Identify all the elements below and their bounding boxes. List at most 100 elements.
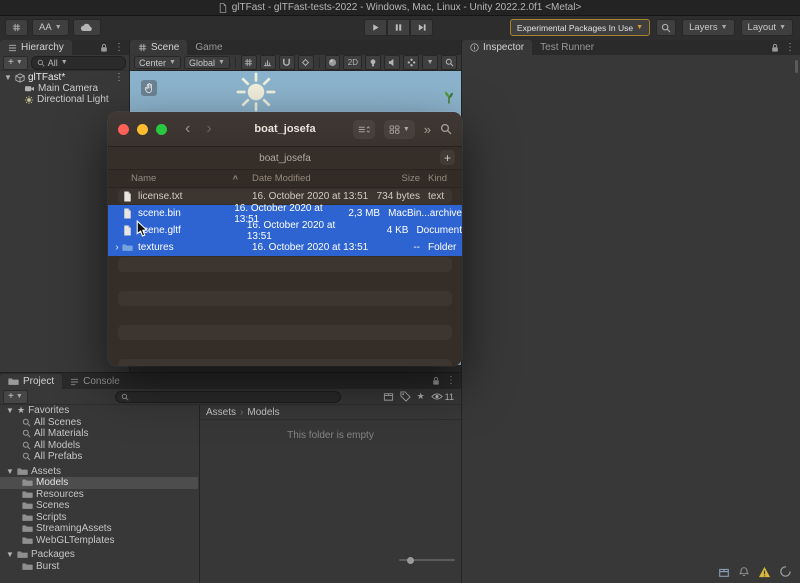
sidebar-item-webgltemplates[interactable]: WebGLTemplates <box>0 535 198 547</box>
file-kind: Document <box>410 225 462 236</box>
sidebar-item-models[interactable]: Models <box>0 477 198 489</box>
breadcrumb-assets[interactable]: Assets <box>206 407 236 418</box>
tab-hierarchy[interactable]: Hierarchy <box>0 40 72 55</box>
pause-button[interactable] <box>387 19 410 36</box>
layout-dropdown[interactable]: Layout▼ <box>741 19 793 36</box>
gizmos-button[interactable]: ▼ <box>422 55 438 70</box>
breadcrumb-models[interactable]: Models <box>247 407 279 418</box>
notification-bell-icon[interactable] <box>738 566 750 578</box>
close-button[interactable] <box>118 124 129 135</box>
lock-icon[interactable] <box>432 376 440 386</box>
sidebar-item-streamingassets[interactable]: StreamingAssets <box>0 523 198 535</box>
search-button[interactable] <box>656 19 676 36</box>
minimize-button[interactable] <box>137 124 148 135</box>
project-search-input[interactable] <box>132 392 335 402</box>
kebab-menu-icon[interactable]: ⋮ <box>114 72 124 83</box>
add-button[interactable]: + <box>440 150 455 165</box>
effects-icon <box>407 58 416 67</box>
add-asset-button[interactable]: +▼ <box>3 390 28 404</box>
column-date-modified[interactable]: Date Modified <box>248 173 372 184</box>
kebab-menu-icon[interactable]: ⋮ <box>446 375 456 386</box>
package-icon[interactable] <box>383 391 394 402</box>
layers-dropdown[interactable]: Layers▼ <box>682 19 734 36</box>
zoom-button[interactable] <box>156 124 167 135</box>
pause-icon <box>394 23 403 32</box>
lock-icon[interactable] <box>100 43 108 53</box>
2d-toggle-button[interactable]: 2D <box>343 55 362 70</box>
sidebar-item-packages[interactable]: ▼Packages <box>0 549 198 561</box>
sidebar-item-all-scenes[interactable]: All Scenes <box>0 417 198 429</box>
scene-search-button[interactable] <box>441 55 457 70</box>
sidebar-item-assets[interactable]: ▼Assets <box>0 466 198 478</box>
disclosure-icon[interactable]: › <box>113 242 121 253</box>
progress-circle-icon[interactable] <box>779 565 792 578</box>
audio-toggle-button[interactable] <box>384 55 400 70</box>
finder-row-scene-gltf[interactable]: scene.gltf16. October 2020 at 13:514 KBD… <box>108 222 462 239</box>
hierarchy-search-input[interactable]: All ▼ <box>31 56 126 70</box>
list-view-button[interactable] <box>353 120 375 139</box>
orientation-dropdown[interactable]: Global▼ <box>184 56 230 69</box>
sidebar-item-all-models[interactable]: All Models <box>0 440 198 452</box>
favorites-star-icon[interactable]: ★ <box>417 391 425 402</box>
item-label: All Scenes <box>34 417 81 428</box>
more-toolbar-icon[interactable]: » <box>424 122 431 137</box>
grid-snap-button[interactable] <box>241 55 257 70</box>
slider-knob[interactable] <box>407 557 414 564</box>
finder-empty-row <box>108 358 462 366</box>
tab-game[interactable]: Game <box>187 40 230 55</box>
search-icon[interactable] <box>440 123 452 135</box>
icon-size-slider[interactable] <box>399 559 455 561</box>
column-size[interactable]: Size <box>372 173 422 184</box>
column-name[interactable]: Name^ <box>108 173 248 184</box>
sidebar-item-all-prefabs[interactable]: All Prefabs <box>0 451 198 463</box>
hierarchy-scene-row[interactable]: ▼ glTFast* ⋮ <box>0 72 129 83</box>
group-view-button[interactable]: ▼ <box>384 120 415 139</box>
package-status-icon[interactable] <box>718 566 730 578</box>
lock-icon[interactable] <box>771 43 779 53</box>
foldout-caret-icon[interactable]: ▼ <box>6 406 14 415</box>
cloud-button[interactable] <box>73 19 101 36</box>
back-button[interactable]: ‹ <box>185 121 190 137</box>
sidebar-item-burst[interactable]: Burst <box>0 561 198 573</box>
add-object-button[interactable]: +▼ <box>3 56 28 70</box>
play-button[interactable] <box>364 19 387 36</box>
tab-test-runner[interactable]: Test Runner <box>532 40 602 55</box>
effects-toggle-button[interactable] <box>403 55 419 70</box>
project-search-field[interactable] <box>115 391 341 403</box>
foldout-caret-icon[interactable]: ▼ <box>6 550 14 559</box>
hierarchy-item-directional-light[interactable]: Directional Light <box>0 94 129 105</box>
sidebar-item-favorites[interactable]: ▼★Favorites <box>0 405 198 417</box>
forward-button[interactable]: › <box>206 121 211 137</box>
inspector-scrollbar[interactable] <box>795 60 798 73</box>
grid-tool-button[interactable] <box>5 19 28 36</box>
tab-inspector[interactable]: Inspector <box>462 40 532 55</box>
hierarchy-item-main-camera[interactable]: Main Camera <box>0 83 129 94</box>
sidebar-item-scripts[interactable]: Scripts <box>0 512 198 524</box>
rotate-snap-button[interactable] <box>298 55 314 70</box>
lighting-toggle-button[interactable] <box>365 55 381 70</box>
tab-console[interactable]: Console <box>62 374 128 389</box>
chevron-right-icon: › <box>240 407 243 418</box>
kebab-menu-icon[interactable]: ⋮ <box>114 42 124 53</box>
foldout-caret-icon[interactable]: ▼ <box>4 73 12 82</box>
draw-mode-button[interactable] <box>325 55 341 70</box>
pivot-dropdown[interactable]: Center▼ <box>134 56 181 69</box>
tab-project[interactable]: Project <box>0 374 62 389</box>
step-button[interactable] <box>410 19 433 36</box>
label-tag-icon[interactable] <box>400 391 411 402</box>
aa-dropdown[interactable]: AA▼ <box>32 19 69 36</box>
kebab-menu-icon[interactable]: ⋮ <box>785 42 795 53</box>
hand-tool-overlay[interactable] <box>141 80 157 96</box>
sidebar-item-resources[interactable]: Resources <box>0 489 198 501</box>
tab-scene[interactable]: Scene <box>130 40 187 55</box>
increment-snap-button[interactable] <box>260 55 276 70</box>
experimental-packages-dropdown[interactable]: Experimental Packages In Use▼ <box>510 19 650 36</box>
sidebar-item-all-materials[interactable]: All Materials <box>0 428 198 440</box>
foldout-caret-icon[interactable]: ▼ <box>6 467 14 476</box>
column-kind[interactable]: Kind <box>422 173 462 184</box>
finder-row-textures[interactable]: ›textures16. October 2020 at 13:51--Fold… <box>108 239 462 256</box>
warning-icon[interactable] <box>758 566 771 578</box>
hidden-items-toggle[interactable]: 11 <box>431 392 454 402</box>
sidebar-item-scenes[interactable]: Scenes <box>0 500 198 512</box>
magnet-snap-button[interactable] <box>279 55 295 70</box>
